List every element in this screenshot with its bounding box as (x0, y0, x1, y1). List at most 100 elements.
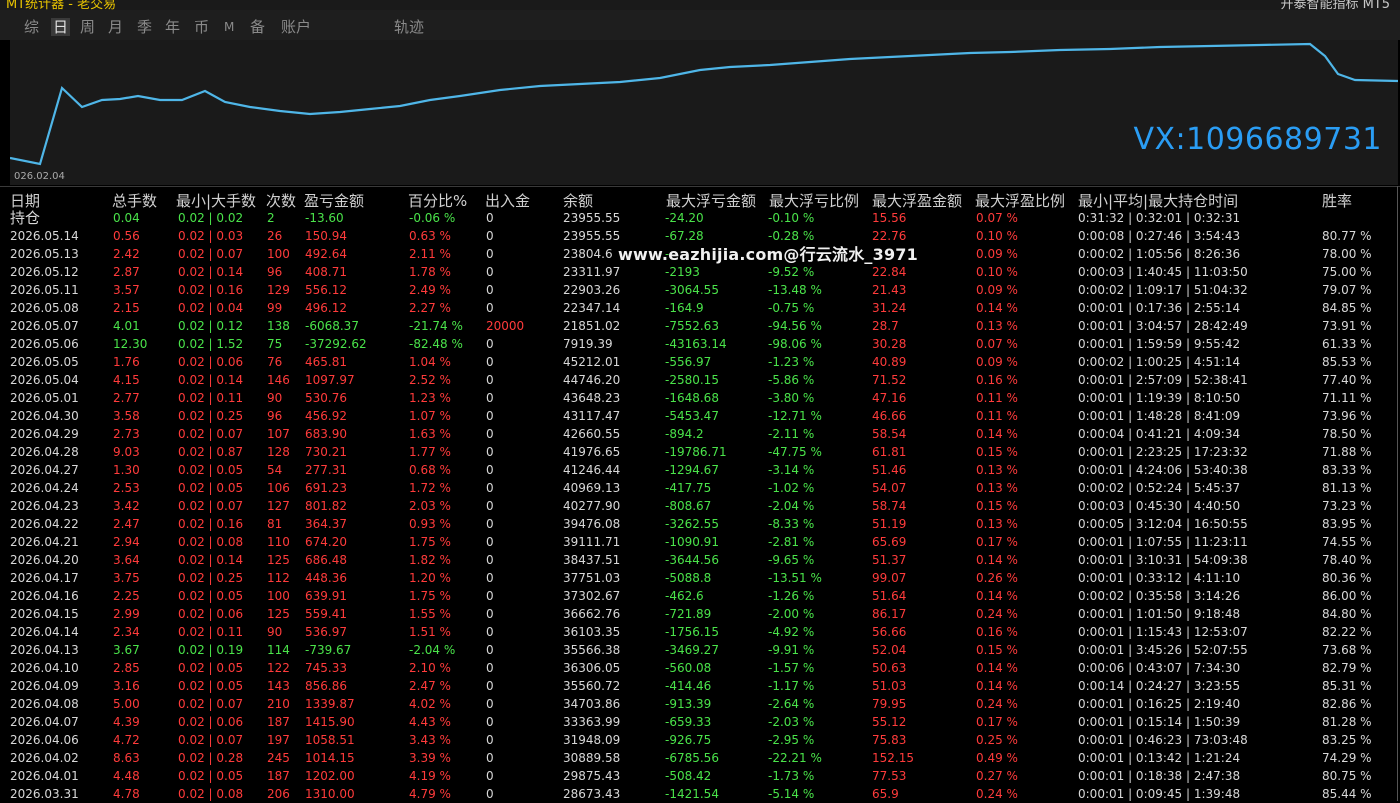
cell-max-float-profit: 30.28 (872, 337, 907, 351)
table-row[interactable]: 2026.04.07 4.39 0.02 | 0.06 187 1415.90 4.43 … (0, 713, 1400, 731)
cell-io: 0 (486, 733, 494, 747)
table-row[interactable]: 2026.04.27 1.30 0.02 | 0.05 54 277.31 0.68 % 0… (0, 461, 1400, 479)
table-row[interactable]: 2026.03.31 4.78 0.02 | 0.08 206 1310.00 4.79 … (0, 785, 1400, 803)
cell-trades: 210 (267, 697, 290, 711)
table-row[interactable]: 2026.04.23 3.42 0.02 | 0.07 127 801.82 2.03 %… (0, 497, 1400, 515)
tab-3[interactable]: 月 (108, 18, 123, 36)
cell-pnl: 456.92 (305, 409, 347, 423)
table-row[interactable]: 2026.04.28 9.03 0.02 | 0.87 128 730.21 1.77 %… (0, 443, 1400, 461)
table-row[interactable]: 2026.05.04 4.15 0.02 | 0.14 146 1097.97 2.52 … (0, 371, 1400, 389)
cell-max-float-loss-pct: -3.80 % (768, 391, 815, 405)
cell-max-float-profit: 65.69 (872, 535, 907, 549)
header-trades: 次数 (266, 192, 297, 210)
table-row[interactable]: 2026.04.09 3.16 0.02 | 0.05 143 856.86 2.47 %… (0, 677, 1400, 695)
cell-max-float-loss-pct: -4.92 % (768, 625, 815, 639)
cell-balance: 41976.65 (563, 445, 621, 459)
table-row[interactable]: 2026.05.01 2.77 0.02 | 0.11 90 530.76 1.23 % 0… (0, 389, 1400, 407)
table-row[interactable]: 2026.04.17 3.75 0.02 | 0.25 112 448.36 1.20 %… (0, 569, 1400, 587)
table-row[interactable]: 2026.04.10 2.85 0.02 | 0.05 122 745.33 2.10 %… (0, 659, 1400, 677)
tab-9[interactable]: 账户 (281, 18, 311, 36)
cell-pnl: 730.21 (305, 445, 347, 459)
table-row[interactable]: 2026.04.16 2.25 0.02 | 0.05 100 639.91 1.75 %… (0, 587, 1400, 605)
cell-max-float-profit: 152.15 (872, 751, 914, 765)
tab-7[interactable]: M (224, 18, 234, 36)
table-row[interactable]: 2026.04.14 2.34 0.02 | 0.11 90 536.97 1.51 % 0… (0, 623, 1400, 641)
table-row[interactable]: 2026.04.02 8.63 0.02 | 0.28 245 1014.15 3.39 … (0, 749, 1400, 767)
table-row[interactable]: 2026.05.08 2.15 0.02 | 0.04 99 496.12 2.27 % 0… (0, 299, 1400, 317)
holding-row[interactable]: 持仓 0.04 0.02 | 0.02 2 -13.60 -0.06 % 0 2… (0, 209, 1400, 227)
cell-lots: 2.73 (113, 427, 140, 441)
table-row[interactable]: 2026.04.30 3.58 0.02 | 0.25 96 456.92 1.07 % 0… (0, 407, 1400, 425)
cell-date: 2026.04.24 (10, 481, 79, 495)
cell-trades: 146 (267, 373, 290, 387)
cell-pnl: 745.33 (305, 661, 347, 675)
cell-hold-time: 0:00:01 | 1:59:59 | 9:55:42 (1078, 337, 1241, 351)
table-row[interactable]: 2026.04.06 4.72 0.02 | 0.07 197 1058.51 3.43 … (0, 731, 1400, 749)
cell-percent: 0.68 % (409, 463, 451, 477)
cell-win-rate: 79.07 % (1322, 283, 1372, 297)
header-lot-range: 最小|大手数 (176, 192, 257, 210)
cell-hold-time: 0:00:01 | 4:24:06 | 53:40:38 (1078, 463, 1248, 477)
cell-max-float-profit-pct: 0.49 % (976, 751, 1018, 765)
table-row[interactable]: 2026.04.01 4.48 0.02 | 0.05 187 1202.00 4.19 … (0, 767, 1400, 785)
tab-4[interactable]: 季 (137, 18, 152, 36)
cell-win-rate: 82.86 % (1322, 697, 1372, 711)
table-row[interactable]: 2026.04.22 2.47 0.02 | 0.16 81 364.37 0.93 % 0… (0, 515, 1400, 533)
cell-date: 2026.04.01 (10, 769, 79, 783)
cell-lots: 3.16 (113, 679, 140, 693)
table-row[interactable]: 2026.04.29 2.73 0.02 | 0.07 107 683.90 1.63 %… (0, 425, 1400, 443)
cell-lot-range: 0.02 | 0.05 (178, 679, 244, 693)
cell-win-rate: 80.75 % (1322, 769, 1372, 783)
cell-trades: 100 (267, 247, 290, 261)
cell-date: 2026.05.01 (10, 391, 79, 405)
cell-balance: 35566.38 (563, 643, 621, 657)
cell-trades: 26 (267, 229, 283, 243)
cell-max-float-loss: -1294.67 (665, 463, 719, 477)
cell-win-rate: 81.28 % (1322, 715, 1372, 729)
cell-percent: 2.27 % (409, 301, 451, 315)
cell-trades: 143 (267, 679, 290, 693)
table-row[interactable]: 2026.05.07 4.01 0.02 | 0.12 138 -6068.37 -21.… (0, 317, 1400, 335)
tab-6[interactable]: 币 (194, 18, 209, 36)
table-row[interactable]: 2026.04.21 2.94 0.02 | 0.08 110 674.20 1.75 %… (0, 533, 1400, 551)
table-row[interactable]: 2026.04.24 2.53 0.02 | 0.05 106 691.23 1.72 %… (0, 479, 1400, 497)
cell-balance: 23311.97 (563, 265, 621, 279)
tab-8[interactable]: 备 (250, 18, 265, 36)
cell-lots: 3.67 (113, 643, 140, 657)
tab-0[interactable]: 综 (24, 18, 39, 36)
cell-trades: 75 (267, 337, 283, 351)
table-row[interactable]: 2026.04.08 5.00 0.02 | 0.07 210 1339.87 4.02 … (0, 695, 1400, 713)
tab-10[interactable]: 轨迹 (394, 18, 424, 36)
scrollbar-track[interactable] (1397, 186, 1398, 801)
cell-lot-range: 0.02 | 0.05 (178, 661, 244, 675)
cell-percent: 0.63 % (409, 229, 451, 243)
cell-max-float-profit: 28.7 (872, 319, 899, 333)
tab-5[interactable]: 年 (165, 18, 180, 36)
cell-io: 0 (486, 283, 494, 297)
cell-max-float-loss: -19786.71 (665, 445, 727, 459)
cell-max-float-loss-pct: -2.03 % (768, 715, 815, 729)
cell-io: 0 (486, 697, 494, 711)
table-row[interactable]: 2026.05.05 1.76 0.02 | 0.06 76 465.81 1.04 % 0… (0, 353, 1400, 371)
table-row[interactable]: 2026.04.13 3.67 0.02 | 0.19 114 -739.67 -2.04… (0, 641, 1400, 659)
cell-max-float-profit-pct: 0.09 % (976, 283, 1018, 297)
cell-percent: 2.03 % (409, 499, 451, 513)
cell-trades: 187 (267, 715, 290, 729)
table-row[interactable]: 2026.04.15 2.99 0.02 | 0.06 125 559.41 1.55 %… (0, 605, 1400, 623)
table-row[interactable]: 2026.05.12 2.87 0.02 | 0.14 96 408.71 1.78 % 0… (0, 263, 1400, 281)
cell-max-float-loss: -5453.47 (665, 409, 719, 423)
tab-2[interactable]: 周 (80, 18, 95, 36)
table-row[interactable]: 2026.05.11 3.57 0.02 | 0.16 129 556.12 2.49 %… (0, 281, 1400, 299)
cell-trades: 90 (267, 391, 283, 405)
cell-balance: 22903.26 (563, 283, 621, 297)
cell-hold-time: 0:00:02 | 1:05:56 | 8:26:36 (1078, 247, 1241, 261)
table-row[interactable]: 2026.04.20 3.64 0.02 | 0.14 125 686.48 1.82 %… (0, 551, 1400, 569)
cell-pnl: 691.23 (305, 481, 347, 495)
tab-1[interactable]: 日 (51, 18, 71, 36)
holding-max-float-profit: 15.56 (872, 211, 907, 225)
cell-percent: 1.23 % (409, 391, 451, 405)
cell-percent: 1.77 % (409, 445, 451, 459)
cell-balance: 40277.90 (563, 499, 621, 513)
table-row[interactable]: 2026.05.06 12.30 0.02 | 1.52 75 -37292.62 -82… (0, 335, 1400, 353)
cell-percent: 1.20 % (409, 571, 451, 585)
